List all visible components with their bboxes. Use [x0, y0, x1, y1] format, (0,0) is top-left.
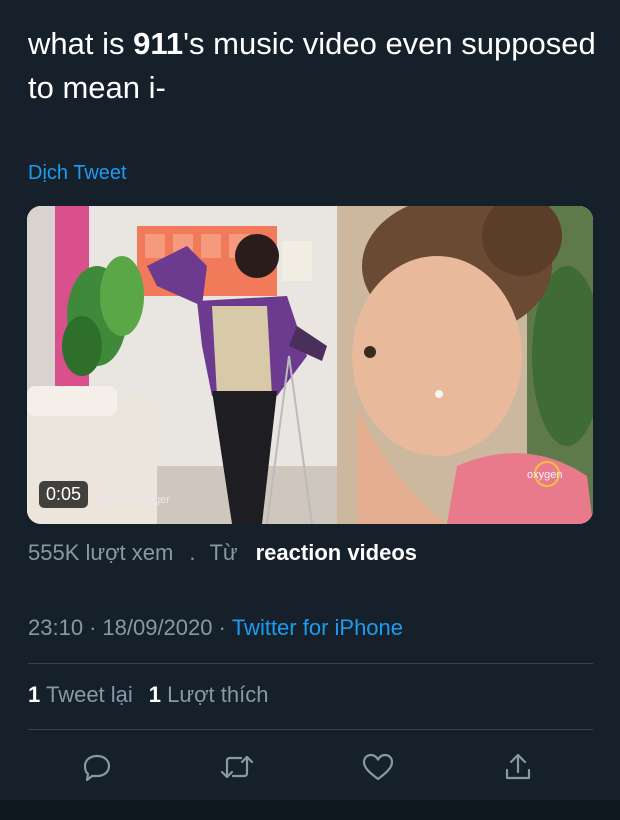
source-link[interactable]: reaction videos: [256, 540, 417, 565]
engagement-counts: 1 Tweet lại 1 Lượt thích: [28, 682, 268, 708]
retweet-button[interactable]: [219, 749, 255, 785]
retweet-count-link[interactable]: 1 Tweet lại: [28, 682, 133, 707]
tweet-actions: [0, 745, 620, 789]
retweet-count: 1: [28, 682, 41, 707]
watermark-text: @BGCBlogger: [97, 494, 170, 506]
like-button[interactable]: [360, 749, 396, 785]
meta-separator: ·: [218, 615, 226, 640]
divider: [28, 663, 593, 664]
share-button[interactable]: [500, 749, 536, 785]
video-thumbnail: @BGCBlogger oxygen: [27, 206, 593, 524]
like-icon: [362, 753, 394, 781]
tweet-meta: 23:10 · 18/09/2020 · Twitter for iPhone: [28, 615, 403, 641]
like-count-link[interactable]: 1 Lượt thích: [149, 682, 269, 707]
tweet-text-part: what is: [28, 26, 134, 61]
tweet-time[interactable]: 23:10: [28, 615, 83, 640]
view-stats: 555K lượt xem. Từ reaction videos: [28, 540, 417, 566]
stats-dot: .: [189, 540, 196, 565]
source-prefix: Từ: [209, 540, 238, 565]
video-duration: 0:05: [39, 481, 89, 508]
meta-separator: ·: [89, 615, 97, 640]
translate-tweet-link[interactable]: Dịch Tweet: [28, 162, 127, 185]
channel-logo-text: oxygen: [527, 469, 562, 481]
tweet-client-link[interactable]: Twitter for iPhone: [232, 615, 403, 640]
share-icon: [505, 753, 531, 780]
video-player[interactable]: @BGCBlogger oxygen 0:05: [27, 206, 593, 524]
bottom-bar: [0, 800, 620, 820]
tweet-text: what is 911's music video even supposed …: [28, 22, 598, 110]
like-label: Lượt thích: [167, 682, 269, 707]
divider: [28, 729, 593, 730]
reply-button[interactable]: [79, 749, 115, 785]
like-count: 1: [148, 682, 162, 707]
view-count: 555K lượt xem: [28, 540, 174, 565]
tweet-text-bold: 911: [133, 26, 184, 61]
retweet-icon: [220, 755, 254, 779]
retweet-label: Tweet lại: [45, 682, 133, 707]
tweet-date[interactable]: 18/09/2020: [102, 615, 212, 640]
reply-icon: [83, 754, 111, 782]
